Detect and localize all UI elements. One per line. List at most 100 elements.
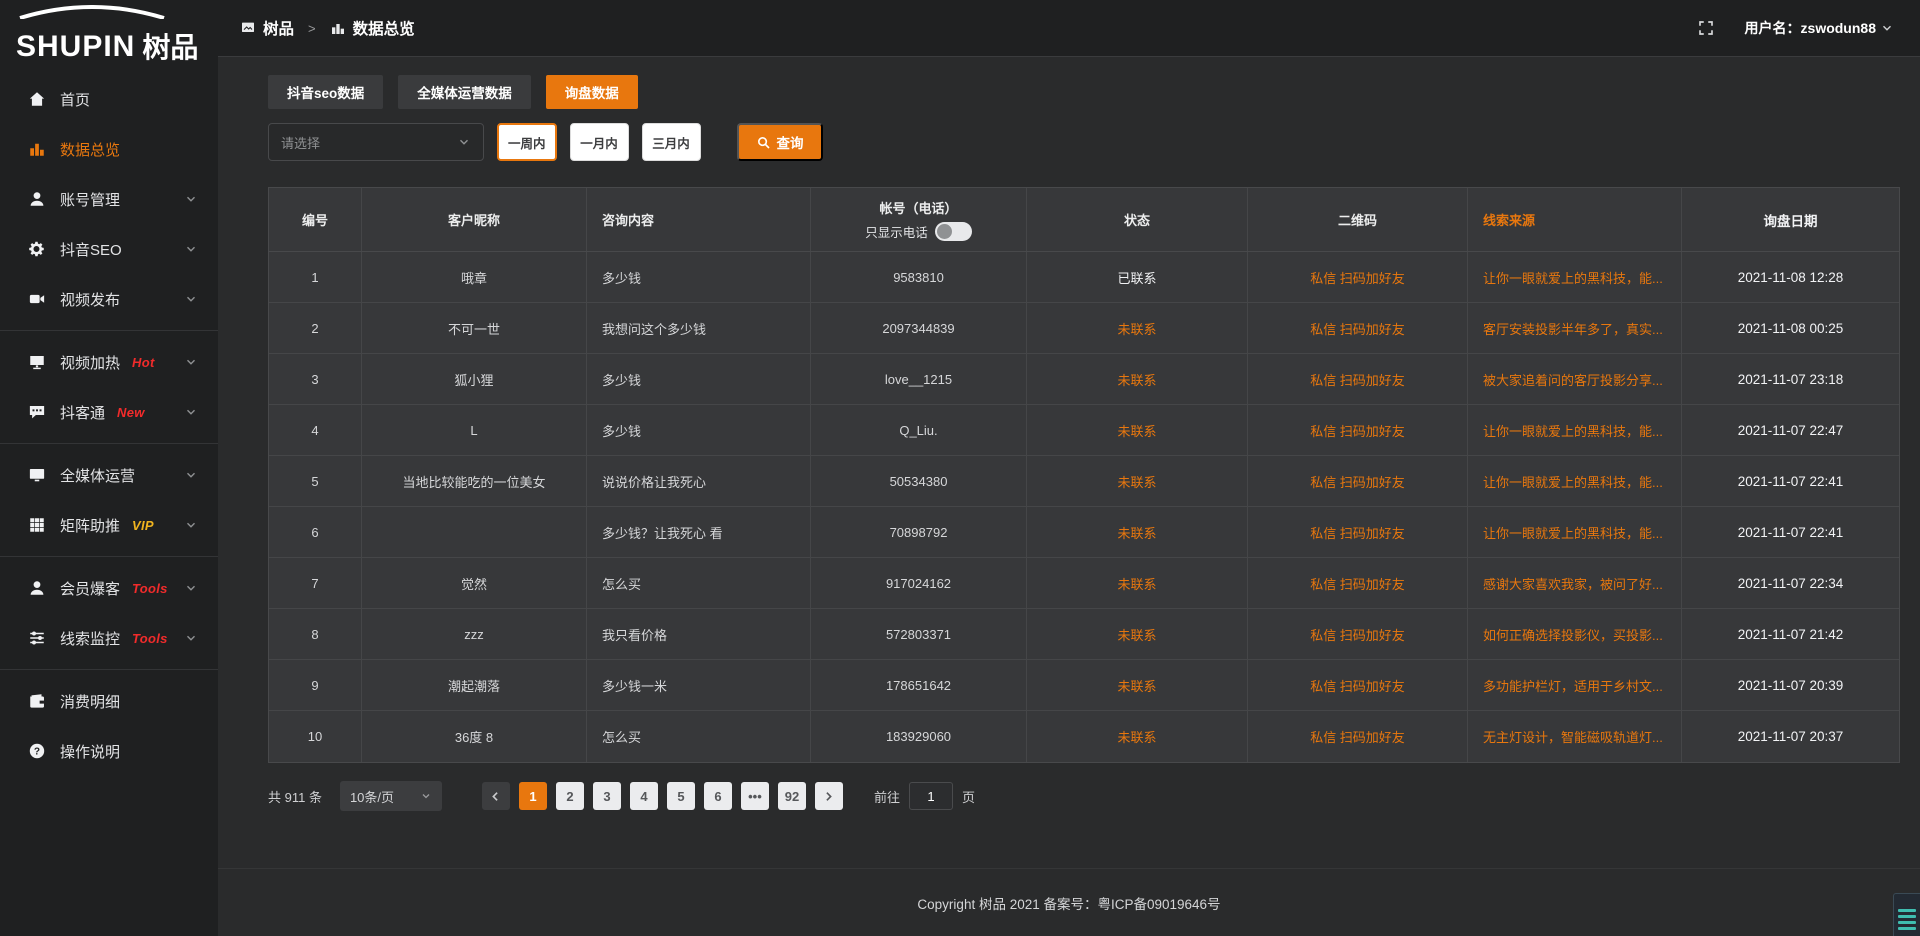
sidebar-item-label: 矩阵助推 — [60, 515, 120, 536]
cell-qr-link[interactable]: 私信 扫码加好友 — [1248, 711, 1468, 762]
page-button-3[interactable]: 3 — [593, 782, 621, 810]
page-button-6[interactable]: 6 — [704, 782, 732, 810]
col-header-source: 线索来源 — [1468, 188, 1682, 251]
floating-widget[interactable] — [1893, 893, 1920, 936]
sidebar-item-label: 首页 — [60, 89, 90, 110]
phone-toggle-label: 只显示电话 — [865, 222, 928, 241]
sidebar-item-2[interactable]: 数据总览 — [0, 124, 218, 174]
chat-icon — [28, 403, 46, 421]
cell-source-link[interactable]: 让你一眼就爱上的黑科技，能... — [1468, 456, 1682, 506]
data-tabs: 抖音seo数据全媒体运营数据询盘数据 — [268, 75, 1900, 109]
app-logo: SHUPIN 树品 — [0, 0, 218, 62]
table-row: 3 狐小狸 多少钱 love__1215 未联系 私信 扫码加好友 被大家追着问… — [269, 354, 1899, 405]
cell-qr-link[interactable]: 私信 扫码加好友 — [1248, 558, 1468, 608]
sidebar-item-label: 全媒体运营 — [60, 465, 135, 486]
sidebar-item-4[interactable]: 抖音SEO — [0, 224, 218, 274]
cell-date: 2021-11-07 20:39 — [1682, 660, 1899, 710]
cell-date: 2021-11-07 22:41 — [1682, 456, 1899, 506]
cell-source-link[interactable]: 被大家追着问的客厅投影分享... — [1468, 354, 1682, 404]
cell-qr-link[interactable]: 私信 扫码加好友 — [1248, 456, 1468, 506]
sidebar-item-8[interactable]: 全媒体运营 — [0, 450, 218, 500]
cell-source-link[interactable]: 让你一眼就爱上的黑科技，能... — [1468, 405, 1682, 455]
range-button-1[interactable]: 一周内 — [497, 123, 557, 161]
page-button-2[interactable]: 2 — [556, 782, 584, 810]
cell-nickname: 觉然 — [362, 558, 587, 608]
cell-source-link[interactable]: 多功能护栏灯，适用于乡村文... — [1468, 660, 1682, 710]
table-body: 1 哦章 多少钱 9583810 已联系 私信 扫码加好友 让你一眼就爱上的黑科… — [269, 252, 1899, 762]
user-menu[interactable]: 用户名： zswodun88 — [1745, 18, 1894, 38]
cell-date: 2021-11-07 21:42 — [1682, 609, 1899, 659]
tab-2[interactable]: 全媒体运营数据 — [398, 75, 531, 109]
cell-qr-link[interactable]: 私信 扫码加好友 — [1248, 405, 1468, 455]
page-button-92[interactable]: 92 — [778, 782, 806, 810]
cell-source-link[interactable]: 让你一眼就爱上的黑科技，能... — [1468, 507, 1682, 557]
cell-qr-link[interactable]: 私信 扫码加好友 — [1248, 609, 1468, 659]
total-count: 共 911 条 — [268, 787, 322, 806]
sidebar-item-12[interactable]: 消费明细 — [0, 676, 218, 726]
sidebar-item-badge: New — [117, 405, 145, 420]
cell-source-link[interactable]: 客厅安装投影半年多了，真实... — [1468, 303, 1682, 353]
cell-source-link[interactable]: 感谢大家喜欢我家，被问了好... — [1468, 558, 1682, 608]
cell-account: Q_Liu. — [811, 405, 1027, 455]
cell-account: 50534380 — [811, 456, 1027, 506]
goto-page-input[interactable]: 1 — [909, 782, 953, 810]
filter-select[interactable]: 请选择 — [268, 123, 484, 161]
next-page-button[interactable] — [815, 782, 843, 810]
sidebar-divider — [0, 556, 218, 557]
cell-source-link[interactable]: 无主灯设计，智能磁吸轨道灯... — [1468, 711, 1682, 762]
breadcrumb-root[interactable]: 树品 — [263, 17, 294, 39]
sidebar-item-10[interactable]: 会员爆客 Tools — [0, 563, 218, 613]
goto-suffix: 页 — [962, 787, 975, 806]
sidebar-item-11[interactable]: 线索监控 Tools — [0, 613, 218, 663]
range-button-2[interactable]: 一月内 — [570, 123, 629, 161]
cell-qr-link[interactable]: 私信 扫码加好友 — [1248, 507, 1468, 557]
query-button[interactable]: 查询 — [737, 123, 823, 161]
page-button-5[interactable]: 5 — [667, 782, 695, 810]
cell-qr-link[interactable]: 私信 扫码加好友 — [1248, 252, 1468, 302]
fullscreen-icon[interactable] — [1697, 19, 1715, 37]
cell-source-link[interactable]: 让你一眼就爱上的黑科技，能... — [1468, 252, 1682, 302]
prev-page-button[interactable] — [482, 782, 510, 810]
cell-account: 70898792 — [811, 507, 1027, 557]
cell-source-link[interactable]: 如何正确选择投影仪，买投影... — [1468, 609, 1682, 659]
page-buttons: 123456 ••• 92 — [519, 782, 815, 810]
sidebar-item-7[interactable]: 抖客通 New — [0, 387, 218, 437]
sidebar-item-9[interactable]: 矩阵助推 VIP — [0, 500, 218, 550]
table-row: 10 36度 8 怎么买 183929060 未联系 私信 扫码加好友 无主灯设… — [269, 711, 1899, 762]
logo-text-en: SHUPIN — [16, 32, 135, 62]
sidebar-item-5[interactable]: 视频发布 — [0, 274, 218, 324]
table-row: 5 当地比较能吃的一位美女 说说价格让我死心 50534380 未联系 私信 扫… — [269, 456, 1899, 507]
cell-status: 未联系 — [1027, 354, 1248, 404]
page-button-1[interactable]: 1 — [519, 782, 547, 810]
tab-3[interactable]: 询盘数据 — [546, 75, 638, 109]
cell-date: 2021-11-07 22:47 — [1682, 405, 1899, 455]
cell-qr-link[interactable]: 私信 扫码加好友 — [1248, 303, 1468, 353]
cell-date: 2021-11-07 22:34 — [1682, 558, 1899, 608]
sidebar-divider — [0, 443, 218, 444]
cell-qr-link[interactable]: 私信 扫码加好友 — [1248, 660, 1468, 710]
cell-account: 572803371 — [811, 609, 1027, 659]
screen-icon — [28, 466, 46, 484]
tab-1[interactable]: 抖音seo数据 — [268, 75, 383, 109]
page-size-select[interactable]: 10条/页 — [340, 781, 442, 811]
cell-content: 多少钱 — [587, 252, 811, 302]
cell-id: 9 — [269, 660, 362, 710]
cell-content: 我想问这个多少钱 — [587, 303, 811, 353]
page-ellipsis[interactable]: ••• — [741, 782, 769, 810]
table-row: 7 觉然 怎么买 917024162 未联系 私信 扫码加好友 感谢大家喜欢我家… — [269, 558, 1899, 609]
sidebar-item-label: 视频加热 — [60, 352, 120, 373]
sidebar-item-3[interactable]: 账号管理 — [0, 174, 218, 224]
sliders-icon — [28, 629, 46, 647]
sidebar-item-badge: Tools — [132, 581, 168, 596]
phone-only-toggle[interactable] — [935, 222, 972, 241]
sidebar-item-1[interactable]: 首页 — [0, 74, 218, 124]
sidebar-item-13[interactable]: ? 操作说明 — [0, 726, 218, 776]
sidebar-item-6[interactable]: 视频加热 Hot — [0, 337, 218, 387]
cell-content: 多少钱？让我死心 看 — [587, 507, 811, 557]
cell-id: 1 — [269, 252, 362, 302]
range-button-3[interactable]: 三月内 — [642, 123, 701, 161]
cell-qr-link[interactable]: 私信 扫码加好友 — [1248, 354, 1468, 404]
page-button-4[interactable]: 4 — [630, 782, 658, 810]
cell-status: 未联系 — [1027, 456, 1248, 506]
inquiry-table: 编号 客户昵称 咨询内容 帐号（电话） 只显示电话 状态 二维码 线索来源 询盘… — [268, 187, 1900, 763]
